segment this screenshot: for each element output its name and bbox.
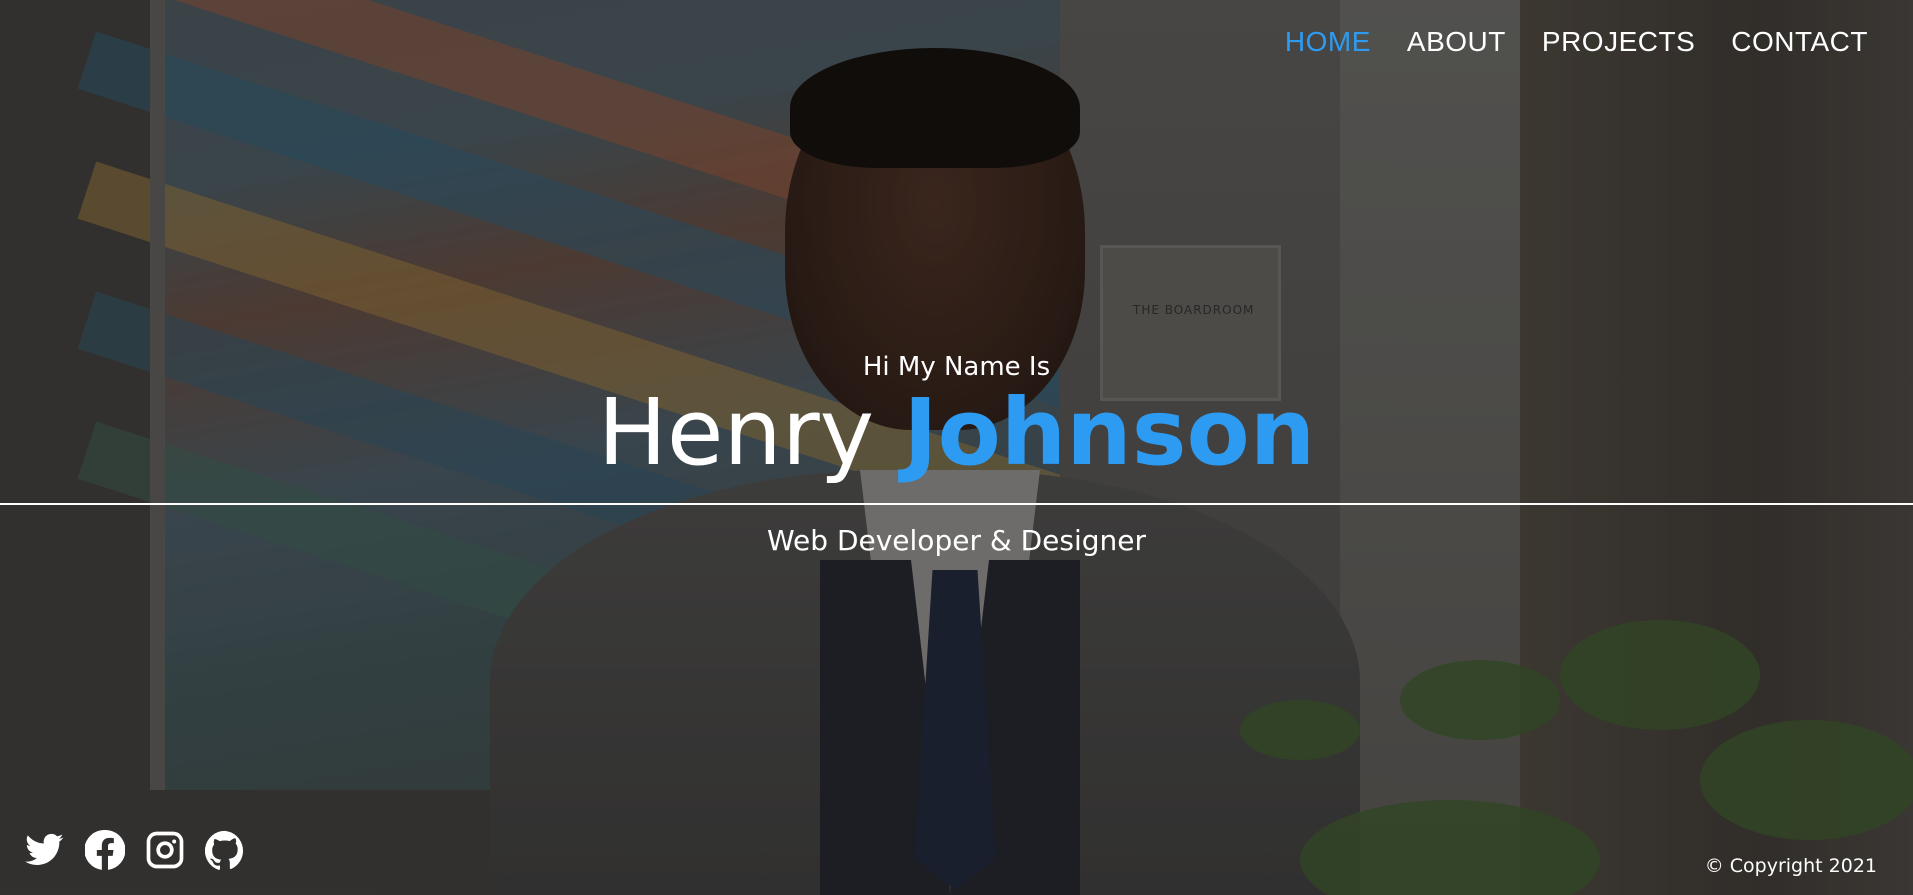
facebook-link[interactable] (84, 829, 126, 870)
first-name: Henry (597, 379, 875, 486)
nav-about-link[interactable]: ABOUT (1407, 26, 1506, 58)
nav-projects-link[interactable]: PROJECTS (1542, 26, 1695, 58)
intro-block: Hi My Name Is Henry Johnson (0, 352, 1913, 488)
facebook-icon (84, 829, 126, 870)
social-links (25, 829, 245, 870)
copyright-text: © Copyright 2021 (1704, 855, 1877, 877)
nav-home-link[interactable]: HOME (1285, 26, 1371, 58)
tagline-text: Web Developer & Designer (767, 524, 1146, 557)
divider-line (0, 503, 1913, 505)
main-nav: HOME ABOUT PROJECTS CONTACT (1285, 26, 1868, 58)
hero-name: Henry Johnson (0, 378, 1913, 488)
last-name: Johnson (903, 379, 1316, 486)
nav-contact-link[interactable]: CONTACT (1731, 26, 1868, 58)
github-icon (204, 830, 244, 870)
instagram-icon (146, 831, 184, 869)
instagram-link[interactable] (145, 830, 185, 870)
twitter-icon (25, 833, 64, 866)
twitter-link[interactable] (25, 830, 65, 870)
github-link[interactable] (204, 830, 245, 870)
